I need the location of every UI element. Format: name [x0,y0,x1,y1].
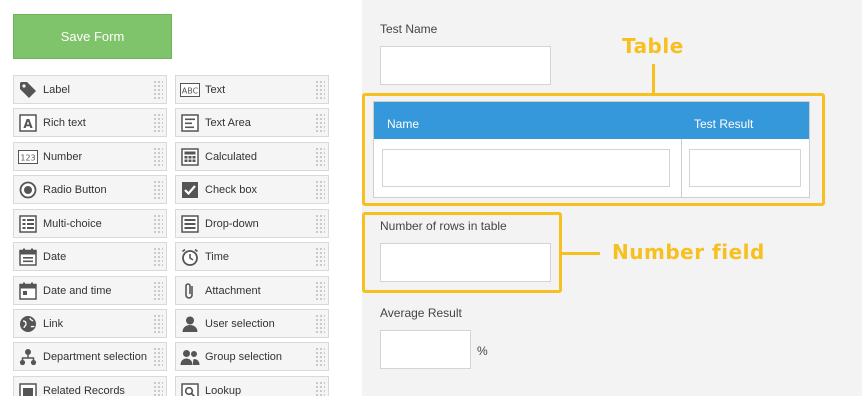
svg-text:A: A [23,117,33,131]
clock-icon [180,247,200,267]
drag-handle-icon [315,214,325,234]
form-builder: Save Form Label A Rich text 123 Number R… [0,0,862,396]
number-icon: 123 [18,147,38,167]
table-highlight-box [362,93,825,206]
text-abc-icon: ABC [180,80,200,100]
palette-item-time[interactable]: Time [175,242,329,271]
palette-item-calculated[interactable]: Calculated [175,142,329,171]
checkbox-icon [180,180,200,200]
drag-handle-icon [315,281,325,301]
drag-handle-icon [315,80,325,100]
lookup-icon [180,381,200,396]
palette-item-lookup[interactable]: Lookup [175,376,329,396]
drag-handle-icon [153,281,163,301]
rich-text-icon: A [18,113,38,133]
palette-item-text-area[interactable]: Text Area [175,108,329,137]
drag-handle-icon [315,147,325,167]
calculator-icon [180,147,200,167]
drag-handle-icon [315,314,325,334]
table-annotation: Table [622,34,684,58]
related-records-icon [18,381,38,396]
number-field-highlight-box [362,212,562,293]
palette-item-number[interactable]: 123 Number [13,142,167,171]
svg-text:ABC: ABC [182,86,199,95]
multi-choice-icon [18,214,38,234]
palette-item-date-and-time[interactable]: Date and time [13,276,167,305]
average-result-unit: % [477,344,488,358]
palette-item-rich-text[interactable]: A Rich text [13,108,167,137]
palette-item-user-selection[interactable]: User selection [175,309,329,338]
palette-item-date[interactable]: Date [13,242,167,271]
palette-item-drop-down[interactable]: Drop-down [175,209,329,238]
drag-handle-icon [153,381,163,396]
palette-item-radio-button[interactable]: Radio Button [13,175,167,204]
radio-icon [18,180,38,200]
dropdown-icon [180,214,200,234]
test-name-label: Test Name [380,22,438,36]
drag-handle-icon [153,347,163,367]
drag-handle-icon [153,247,163,267]
table-callout-line [652,64,655,94]
drag-handle-icon [315,247,325,267]
drag-handle-icon [153,180,163,200]
palette-item-group-selection[interactable]: Group selection [175,342,329,371]
paperclip-icon [180,281,200,301]
palette-item-check-box[interactable]: Check box [175,175,329,204]
tag-icon [18,80,38,100]
palette-item-text[interactable]: ABC Text [175,75,329,104]
palette-item-label[interactable]: Label [13,75,167,104]
drag-handle-icon [315,180,325,200]
drag-handle-icon [153,214,163,234]
drag-handle-icon [153,113,163,133]
palette-item-department-selection[interactable]: Department selection [13,342,167,371]
palette-item-related-records[interactable]: Related Records [13,376,167,396]
average-result-input[interactable] [380,330,471,369]
drag-handle-icon [153,147,163,167]
palette-item-attachment[interactable]: Attachment [175,276,329,305]
svg-text:123: 123 [20,153,35,162]
drag-handle-icon [315,113,325,133]
drag-handle-icon [315,347,325,367]
globe-icon [18,314,38,334]
palette-item-multi-choice[interactable]: Multi-choice [13,209,167,238]
drag-handle-icon [315,381,325,396]
drag-handle-icon [153,314,163,334]
text-area-icon [180,113,200,133]
save-form-button[interactable]: Save Form [13,14,172,59]
org-chart-icon [18,347,38,367]
number-field-callout-line [562,252,600,255]
calendar-icon [18,247,38,267]
user-icon [180,314,200,334]
test-name-input[interactable] [380,46,551,85]
number-field-annotation: Number field [612,240,765,264]
drag-handle-icon [153,80,163,100]
group-icon [180,347,200,367]
palette-item-link[interactable]: Link [13,309,167,338]
calendar-time-icon [18,281,38,301]
average-result-label: Average Result [380,306,462,320]
